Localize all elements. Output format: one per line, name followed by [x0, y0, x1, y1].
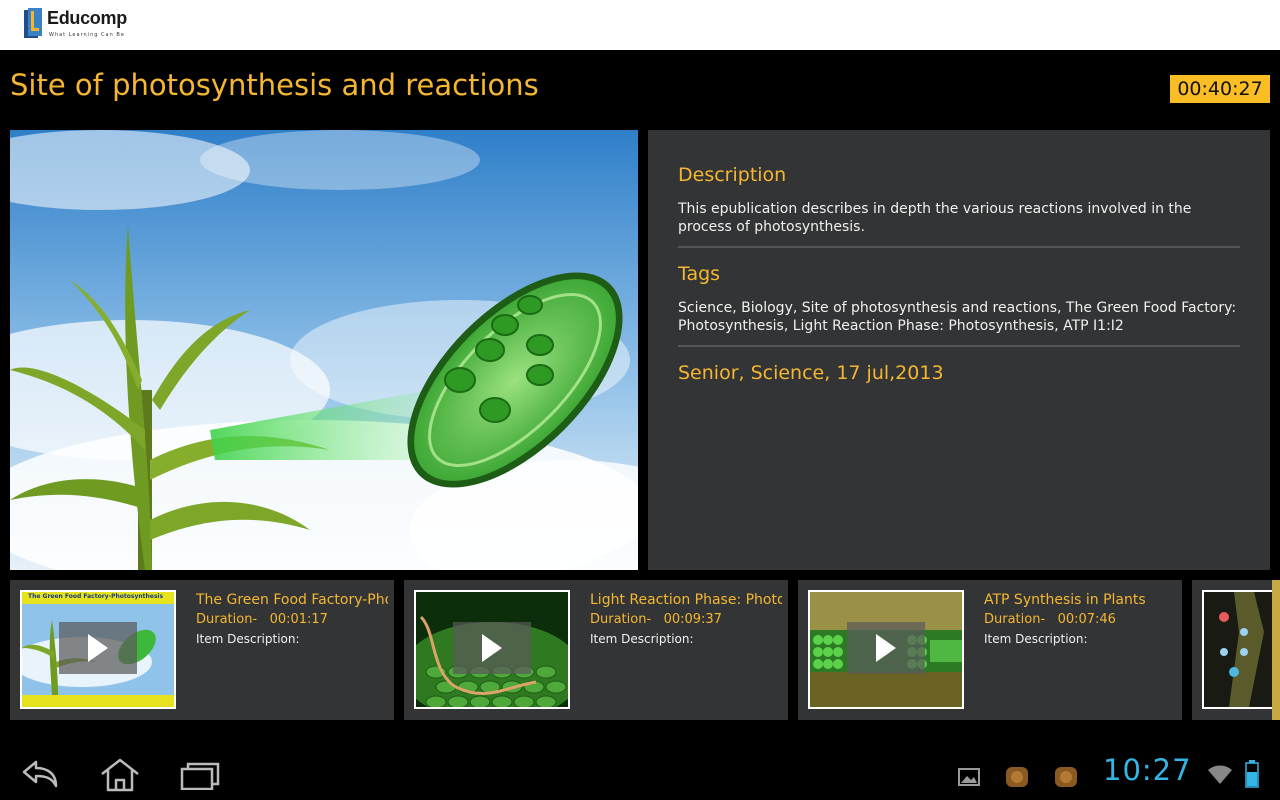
- system-clock: 10:27: [1103, 753, 1192, 787]
- thumbnail-caption: The Green Food Factory-Photosynthesis: [28, 593, 164, 600]
- item-description-label: Item Description:: [590, 632, 694, 646]
- timer-badge: 00:40:27: [1170, 75, 1270, 103]
- play-button[interactable]: [59, 622, 137, 674]
- item-card[interactable]: Light Reaction Phase: Photosynthesis Dur…: [404, 580, 788, 720]
- play-icon: [88, 634, 108, 662]
- item-card[interactable]: The Green Food Factory-Photosynthesis Th…: [10, 580, 394, 720]
- scroll-edge: [1272, 580, 1280, 720]
- hero-image[interactable]: [10, 130, 638, 570]
- recent-apps-icon[interactable]: [180, 762, 220, 794]
- page-title: Site of photosynthesis and reactions: [10, 68, 539, 102]
- play-button[interactable]: [847, 622, 925, 674]
- app-notification-icon[interactable]: [1003, 764, 1031, 794]
- item-title[interactable]: The Green Food Factory-Photosynthesis: [196, 592, 388, 608]
- item-duration: Duration- 00:01:17: [196, 612, 328, 627]
- item-title[interactable]: ATP Synthesis in Plants: [984, 592, 1176, 608]
- tags-text: Science, Biology, Site of photosynthesis…: [678, 300, 1237, 334]
- educomp-logo[interactable]: Educomp What Learning Can Be: [24, 8, 127, 38]
- item-carousel[interactable]: The Green Food Factory-Photosynthesis Th…: [0, 580, 1280, 720]
- back-icon[interactable]: [20, 758, 60, 794]
- battery-icon: [1245, 760, 1259, 792]
- meta-info: Senior, Science, 17 jul,2013: [678, 362, 944, 384]
- item-description-label: Item Description:: [196, 632, 300, 646]
- item-thumbnail[interactable]: The Green Food Factory-Photosynthesis: [20, 590, 176, 709]
- item-card-partial[interactable]: [1192, 580, 1280, 720]
- play-icon: [482, 634, 502, 662]
- description-heading: Description: [678, 164, 787, 186]
- item-duration: Duration- 00:09:37: [590, 612, 722, 627]
- gallery-notification-icon[interactable]: [958, 766, 980, 792]
- item-thumbnail[interactable]: [1202, 590, 1278, 709]
- play-icon: [876, 634, 896, 662]
- item-card[interactable]: ATP Synthesis in Plants Duration- 00:07:…: [798, 580, 1182, 720]
- item-title[interactable]: Light Reaction Phase: Photosynthesis: [590, 592, 782, 608]
- wifi-icon: [1207, 764, 1233, 790]
- divider: [678, 246, 1240, 248]
- logo-text: Educomp: [47, 8, 127, 28]
- logo-tagline: What Learning Can Be: [49, 32, 125, 38]
- item-thumbnail[interactable]: [414, 590, 570, 709]
- item-duration: Duration- 00:07:46: [984, 612, 1116, 627]
- item-description-label: Item Description:: [984, 632, 1088, 646]
- play-button[interactable]: [453, 622, 531, 674]
- divider: [678, 345, 1240, 347]
- description-text: This epublication describes in depth the…: [678, 201, 1192, 235]
- app-header: Educomp What Learning Can Be: [0, 0, 1280, 50]
- tags-heading: Tags: [678, 263, 721, 285]
- logo-book-icon: [24, 8, 44, 38]
- system-navbar: [0, 740, 1280, 800]
- app-notification-icon[interactable]: [1052, 764, 1080, 794]
- details-panel: Description This epublication describes …: [648, 130, 1270, 570]
- item-thumbnail[interactable]: [808, 590, 964, 709]
- home-icon[interactable]: [98, 758, 142, 796]
